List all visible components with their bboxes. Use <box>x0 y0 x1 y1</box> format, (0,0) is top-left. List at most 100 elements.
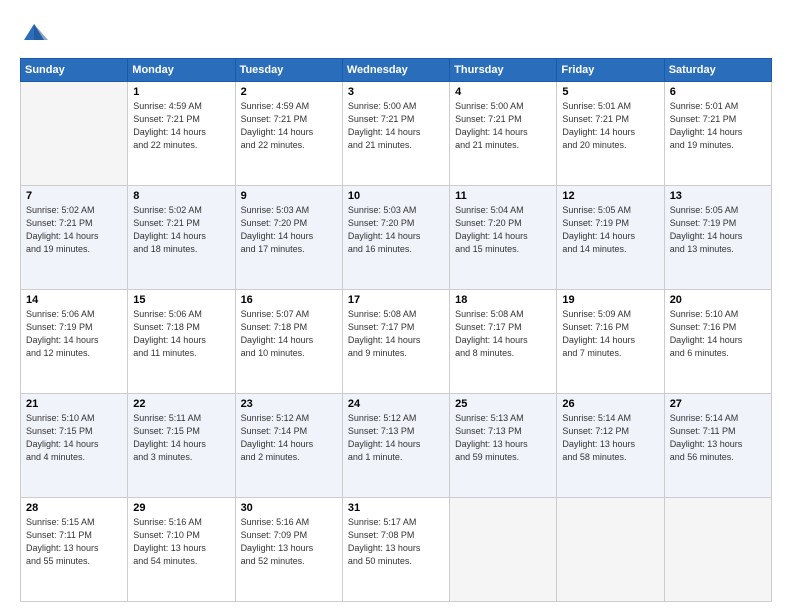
header-row: SundayMondayTuesdayWednesdayThursdayFrid… <box>21 59 772 82</box>
day-number: 23 <box>241 398 337 410</box>
calendar-cell: 22Sunrise: 5:11 AMSunset: 7:15 PMDayligh… <box>128 394 235 498</box>
calendar-cell: 14 Sunrise: 5:06 AMSunset: 7:19 PMDayligh… <box>21 290 128 394</box>
column-header-wednesday: Wednesday <box>342 59 449 82</box>
day-info: Sunrise: 5:03 AMSunset: 7:20 PMDaylight:… <box>348 204 444 256</box>
calendar-cell: 2Sunrise: 4:59 AMSunset: 7:21 PMDaylight… <box>235 82 342 186</box>
day-number: 9 <box>241 190 337 202</box>
day-number: 14 <box>26 294 122 306</box>
day-info: Sunrise: 5:11 AMSunset: 7:15 PMDaylight:… <box>133 412 229 464</box>
week-row-4: 21 Sunrise: 5:10 AMSunset: 7:15 PMDayligh… <box>21 394 772 498</box>
day-info: Sunrise: 5:06 AMSunset: 7:19 PMDaylight:… <box>26 308 122 360</box>
calendar-cell: 18 Sunrise: 5:08 AMSunset: 7:17 PMDayligh… <box>450 290 557 394</box>
logo <box>20 20 52 48</box>
day-number: 17 <box>348 294 444 306</box>
column-header-saturday: Saturday <box>664 59 771 82</box>
day-info: Sunrise: 5:12 AMSunset: 7:13 PMDaylight:… <box>348 412 444 464</box>
calendar-cell <box>557 498 664 602</box>
day-info: Sunrise: 5:08 AMSunset: 7:17 PMDaylight:… <box>455 308 551 360</box>
calendar-cell: 28 Sunrise: 5:15 AMSunset: 7:11 PMDayligh… <box>21 498 128 602</box>
day-info: Sunrise: 5:14 AMSunset: 7:12 PMDaylight:… <box>562 412 658 464</box>
day-number: 6 <box>670 86 766 98</box>
day-info: Sunrise: 5:05 AMSunset: 7:19 PMDaylight:… <box>562 204 658 256</box>
calendar-cell: 13Sunrise: 5:05 AMSunset: 7:19 PMDayligh… <box>664 186 771 290</box>
day-number: 3 <box>348 86 444 98</box>
calendar-cell: 11 Sunrise: 5:04 AMSunset: 7:20 PMDayligh… <box>450 186 557 290</box>
calendar-cell: 19 Sunrise: 5:09 AMSunset: 7:16 PMDayligh… <box>557 290 664 394</box>
day-number: 19 <box>562 294 658 306</box>
day-info: Sunrise: 5:10 AMSunset: 7:16 PMDaylight:… <box>670 308 766 360</box>
day-number: 28 <box>26 502 122 514</box>
day-info: Sunrise: 5:08 AMSunset: 7:17 PMDaylight:… <box>348 308 444 360</box>
calendar-cell: 12 Sunrise: 5:05 AMSunset: 7:19 PMDayligh… <box>557 186 664 290</box>
page: SundayMondayTuesdayWednesdayThursdayFrid… <box>0 0 792 612</box>
week-row-5: 28 Sunrise: 5:15 AMSunset: 7:11 PMDayligh… <box>21 498 772 602</box>
week-row-1: 1 Sunrise: 4:59 AMSunset: 7:21 PMDaylight… <box>21 82 772 186</box>
calendar-cell: 9Sunrise: 5:03 AMSunset: 7:20 PMDaylight… <box>235 186 342 290</box>
day-info: Sunrise: 5:04 AMSunset: 7:20 PMDaylight:… <box>455 204 551 256</box>
calendar-cell: 4 Sunrise: 5:00 AMSunset: 7:21 PMDaylight… <box>450 82 557 186</box>
day-info: Sunrise: 5:09 AMSunset: 7:16 PMDaylight:… <box>562 308 658 360</box>
calendar-cell: 31 Sunrise: 5:17 AMSunset: 7:08 PMDayligh… <box>342 498 449 602</box>
day-info: Sunrise: 5:02 AMSunset: 7:21 PMDaylight:… <box>26 204 122 256</box>
day-number: 15 <box>133 294 229 306</box>
day-info: Sunrise: 5:15 AMSunset: 7:11 PMDaylight:… <box>26 516 122 568</box>
calendar-cell: 20 Sunrise: 5:10 AMSunset: 7:16 PMDayligh… <box>664 290 771 394</box>
day-number: 25 <box>455 398 551 410</box>
day-number: 12 <box>562 190 658 202</box>
day-info: Sunrise: 5:10 AMSunset: 7:15 PMDaylight:… <box>26 412 122 464</box>
column-header-thursday: Thursday <box>450 59 557 82</box>
calendar-cell: 24 Sunrise: 5:12 AMSunset: 7:13 PMDayligh… <box>342 394 449 498</box>
column-header-tuesday: Tuesday <box>235 59 342 82</box>
day-number: 1 <box>133 86 229 98</box>
day-number: 13 <box>670 190 766 202</box>
day-info: Sunrise: 5:07 AMSunset: 7:18 PMDaylight:… <box>241 308 337 360</box>
calendar-cell: 26Sunrise: 5:14 AMSunset: 7:12 PMDayligh… <box>557 394 664 498</box>
day-number: 10 <box>348 190 444 202</box>
day-number: 31 <box>348 502 444 514</box>
calendar-cell: 7 Sunrise: 5:02 AMSunset: 7:21 PMDaylight… <box>21 186 128 290</box>
day-number: 11 <box>455 190 551 202</box>
calendar-cell: 10 Sunrise: 5:03 AMSunset: 7:20 PMDayligh… <box>342 186 449 290</box>
column-header-sunday: Sunday <box>21 59 128 82</box>
day-number: 27 <box>670 398 766 410</box>
day-info: Sunrise: 5:00 AMSunset: 7:21 PMDaylight:… <box>455 100 551 152</box>
day-info: Sunrise: 4:59 AMSunset: 7:21 PMDaylight:… <box>241 100 337 152</box>
calendar-cell: 5Sunrise: 5:01 AMSunset: 7:21 PMDaylight… <box>557 82 664 186</box>
calendar-cell: 15Sunrise: 5:06 AMSunset: 7:18 PMDayligh… <box>128 290 235 394</box>
day-info: Sunrise: 5:16 AMSunset: 7:09 PMDaylight:… <box>241 516 337 568</box>
calendar-cell: 21 Sunrise: 5:10 AMSunset: 7:15 PMDayligh… <box>21 394 128 498</box>
logo-icon <box>20 20 48 48</box>
day-number: 7 <box>26 190 122 202</box>
day-number: 18 <box>455 294 551 306</box>
calendar-cell <box>21 82 128 186</box>
calendar-cell: 8Sunrise: 5:02 AMSunset: 7:21 PMDaylight… <box>128 186 235 290</box>
calendar-cell: 29 Sunrise: 5:16 AMSunset: 7:10 PMDayligh… <box>128 498 235 602</box>
column-header-friday: Friday <box>557 59 664 82</box>
calendar-cell: 3 Sunrise: 5:00 AMSunset: 7:21 PMDaylight… <box>342 82 449 186</box>
day-info: Sunrise: 5:16 AMSunset: 7:10 PMDaylight:… <box>133 516 229 568</box>
day-info: Sunrise: 5:13 AMSunset: 7:13 PMDaylight:… <box>455 412 551 464</box>
day-info: Sunrise: 5:02 AMSunset: 7:21 PMDaylight:… <box>133 204 229 256</box>
day-info: Sunrise: 5:12 AMSunset: 7:14 PMDaylight:… <box>241 412 337 464</box>
calendar: SundayMondayTuesdayWednesdayThursdayFrid… <box>20 58 772 602</box>
calendar-cell: 25 Sunrise: 5:13 AMSunset: 7:13 PMDayligh… <box>450 394 557 498</box>
day-info: Sunrise: 5:00 AMSunset: 7:21 PMDaylight:… <box>348 100 444 152</box>
day-number: 4 <box>455 86 551 98</box>
calendar-cell: 23 Sunrise: 5:12 AMSunset: 7:14 PMDayligh… <box>235 394 342 498</box>
day-number: 20 <box>670 294 766 306</box>
day-number: 5 <box>562 86 658 98</box>
day-info: Sunrise: 5:01 AMSunset: 7:21 PMDaylight:… <box>670 100 766 152</box>
day-number: 21 <box>26 398 122 410</box>
calendar-cell: 30Sunrise: 5:16 AMSunset: 7:09 PMDayligh… <box>235 498 342 602</box>
calendar-cell <box>450 498 557 602</box>
column-header-monday: Monday <box>128 59 235 82</box>
day-info: Sunrise: 5:14 AMSunset: 7:11 PMDaylight:… <box>670 412 766 464</box>
day-number: 29 <box>133 502 229 514</box>
calendar-cell: 27 Sunrise: 5:14 AMSunset: 7:11 PMDayligh… <box>664 394 771 498</box>
week-row-2: 7 Sunrise: 5:02 AMSunset: 7:21 PMDaylight… <box>21 186 772 290</box>
calendar-cell <box>664 498 771 602</box>
week-row-3: 14 Sunrise: 5:06 AMSunset: 7:19 PMDayligh… <box>21 290 772 394</box>
day-info: Sunrise: 5:17 AMSunset: 7:08 PMDaylight:… <box>348 516 444 568</box>
calendar-cell: 1Sunrise: 4:59 AMSunset: 7:21 PMDaylight… <box>128 82 235 186</box>
day-number: 24 <box>348 398 444 410</box>
